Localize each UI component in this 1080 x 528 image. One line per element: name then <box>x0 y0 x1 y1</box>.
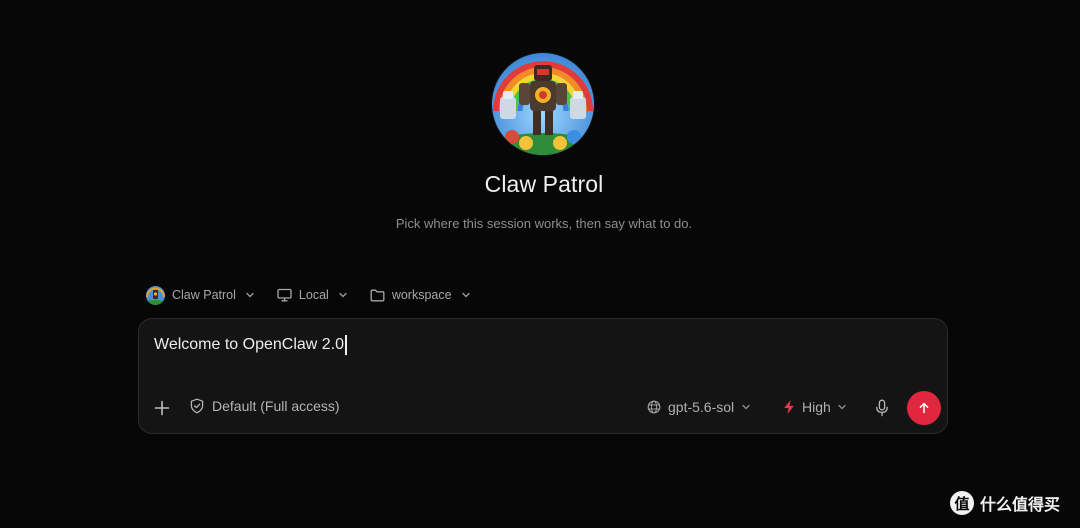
text-cursor <box>345 335 347 355</box>
agent-selector-label: Claw Patrol <box>172 288 236 302</box>
folder-selector[interactable]: workspace <box>370 288 471 302</box>
microphone-icon <box>876 399 888 417</box>
watermark: 值 什么值得买 <box>950 491 1060 515</box>
agent-name-heading: Claw Patrol <box>484 171 604 197</box>
globe-icon <box>647 400 661 414</box>
attach-button[interactable] <box>151 397 173 419</box>
effort-label: High <box>802 399 831 415</box>
chevron-down-icon <box>838 404 846 410</box>
folder-icon <box>370 289 385 301</box>
chevron-down-icon <box>246 292 254 298</box>
arrow-up-icon <box>919 402 929 414</box>
effort-selector[interactable]: High <box>782 399 847 415</box>
environment-selector-label: Local <box>298 288 329 302</box>
message-input[interactable]: Welcome to OpenClaw 2.0 <box>154 335 347 355</box>
agent-avatar-image <box>492 53 594 155</box>
access-mode-label: Default (Full access) <box>212 398 340 414</box>
model-label: gpt-5.6-sol <box>668 399 735 415</box>
send-button[interactable] <box>907 391 941 425</box>
voice-input-button[interactable] <box>873 398 891 418</box>
composer-toolbar: Default (Full access) gpt-5.6-sol High <box>139 391 947 425</box>
watermark-text: 什么值得买 <box>980 497 1061 514</box>
agent-selector[interactable]: Claw Patrol <box>146 285 255 305</box>
lightning-icon <box>784 400 794 414</box>
plus-icon <box>154 400 170 416</box>
session-selectors: Claw Patrol Local workspace <box>146 284 493 306</box>
access-mode-selector[interactable]: Default (Full access) <box>190 398 340 414</box>
monitor-icon <box>277 288 292 302</box>
agent-avatar <box>492 53 594 155</box>
chevron-down-icon <box>339 292 347 298</box>
message-text: Welcome to OpenClaw 2.0 <box>154 336 345 353</box>
new-session-page: Claw Patrol Pick where this session work… <box>0 0 1080 528</box>
agent-avatar-small <box>146 285 165 305</box>
chevron-down-icon <box>461 292 470 298</box>
session-instructions: Pick where this session works, then say … <box>395 216 693 231</box>
model-selector[interactable]: gpt-5.6-sol <box>647 399 751 415</box>
environment-selector[interactable]: Local <box>277 288 348 302</box>
shield-check-icon <box>190 398 204 414</box>
message-composer[interactable]: Welcome to OpenClaw 2.0 Default (Full ac… <box>138 318 948 434</box>
watermark-logo: 值 <box>950 491 974 515</box>
chevron-down-icon <box>742 404 750 410</box>
folder-selector-label: workspace <box>391 288 452 302</box>
